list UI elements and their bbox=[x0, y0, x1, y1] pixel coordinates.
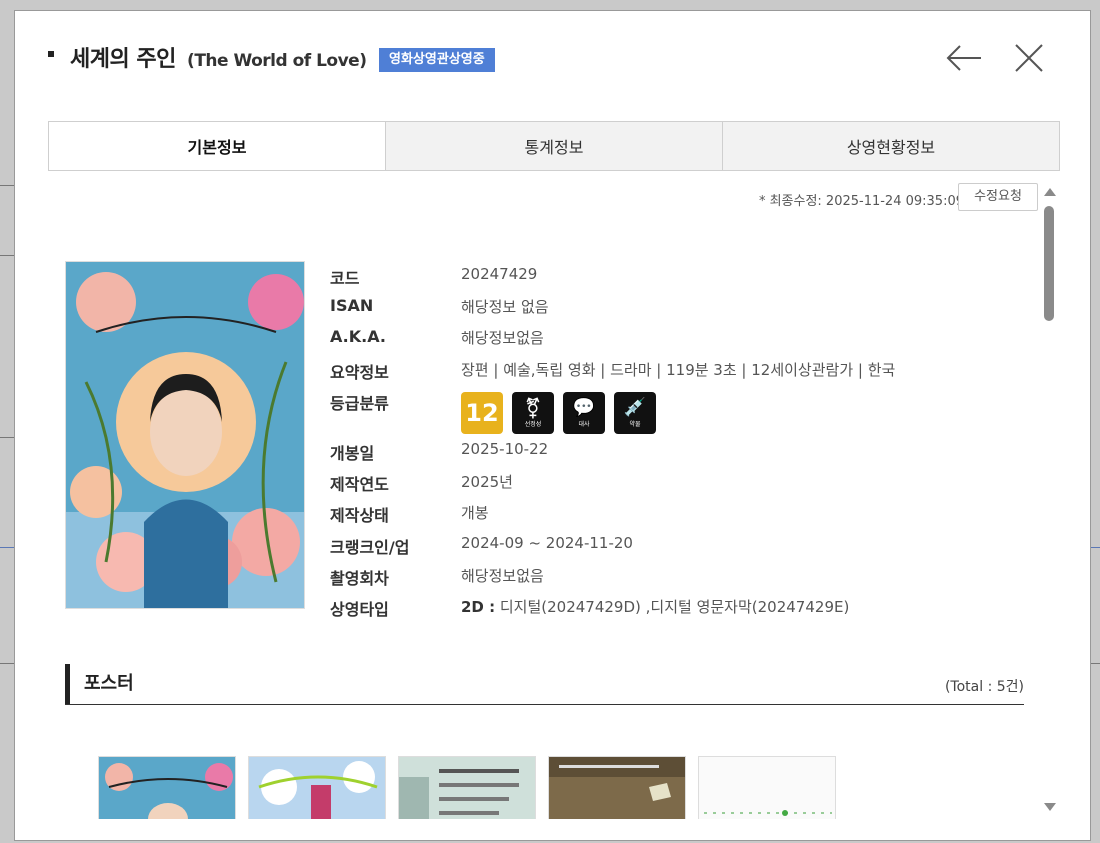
close-button[interactable] bbox=[1010, 39, 1048, 77]
scroll-down-icon[interactable] bbox=[1044, 803, 1056, 811]
poster-thumbnail-list bbox=[98, 756, 836, 819]
tab-bar: 기본정보 통계정보 상영현황정보 bbox=[48, 121, 1060, 171]
info-value: 장편 | 예술,독립 영화 | 드라마 | 119분 3초 | 12세이상관람가… bbox=[461, 361, 896, 379]
poster-image bbox=[66, 262, 304, 608]
poster-total-count: (Total : 5건) bbox=[944, 679, 1024, 695]
bg-divider bbox=[0, 255, 14, 256]
info-label: 개봉일 bbox=[330, 444, 375, 463]
scroll-up-icon[interactable] bbox=[1044, 188, 1056, 196]
edit-request-button[interactable]: 수정요청 bbox=[958, 183, 1038, 211]
title-bullet bbox=[48, 51, 54, 57]
thumbnail-image bbox=[399, 757, 535, 819]
poster-thumbnail[interactable] bbox=[398, 756, 536, 819]
age-12-icon: 12 bbox=[461, 392, 503, 434]
tab-screening-status[interactable]: 상영현황정보 bbox=[722, 122, 1059, 170]
sexuality-icon: ⚧ 선정성 bbox=[512, 392, 554, 434]
movie-detail-modal: 세계의 주인 (The World of Love) 영화상영관상영중 기본정보… bbox=[14, 10, 1091, 841]
thumbnail-image bbox=[99, 757, 235, 819]
info-value: 해당정보없음 bbox=[461, 567, 544, 585]
poster-thumbnail[interactable] bbox=[698, 756, 836, 819]
poster-thumbnail[interactable] bbox=[248, 756, 386, 819]
vertical-scrollbar[interactable] bbox=[1041, 186, 1057, 811]
info-label: 코드 bbox=[330, 269, 360, 288]
info-label: 요약정보 bbox=[330, 363, 389, 382]
basic-info-panel: * 최종수정: 2025-11-24 09:35:09 수정요청 코드 2024… bbox=[48, 179, 1043, 819]
screen-type-prefix: 2D : bbox=[461, 598, 496, 616]
dialogue-icon: 💬 대사 bbox=[563, 392, 605, 434]
status-badge: 영화상영관상영중 bbox=[379, 48, 495, 72]
info-label: 제작상태 bbox=[330, 506, 389, 525]
thumbnail-image bbox=[549, 757, 685, 819]
tab-statistics[interactable]: 통계정보 bbox=[385, 122, 722, 170]
sexuality-caption: 선정성 bbox=[524, 421, 542, 428]
movie-poster[interactable] bbox=[65, 261, 305, 609]
info-value: 개봉 bbox=[461, 504, 489, 522]
age-12-text: 12 bbox=[465, 399, 499, 427]
info-value: 2D : 디지털(20247429D) ,디지털 영문자막(20247429E) bbox=[461, 596, 849, 617]
poster-thumbnail[interactable] bbox=[98, 756, 236, 819]
movie-title: 세계의 주인 (The World of Love) bbox=[70, 41, 367, 73]
info-label: 상영타입 bbox=[330, 600, 389, 619]
screen-type-detail: 디지털(20247429D) ,디지털 영문자막(20247429E) bbox=[495, 598, 850, 616]
close-icon bbox=[1015, 44, 1043, 72]
bg-divider bbox=[0, 185, 14, 186]
thumbnail-image bbox=[249, 757, 385, 819]
sexuality-symbol: ⚧ bbox=[524, 396, 542, 420]
movie-title-en: (The World of Love) bbox=[187, 51, 367, 71]
thumbnail-image bbox=[699, 757, 835, 819]
info-label: 촬영회차 bbox=[330, 569, 389, 588]
poster-section: 포스터 (Total : 5건) bbox=[65, 664, 1024, 705]
info-label: A.K.A. bbox=[330, 327, 386, 346]
info-value: 2024-09 ~ 2024-11-20 bbox=[461, 534, 633, 552]
tab-basic-info[interactable]: 기본정보 bbox=[49, 122, 385, 170]
modal-header: 세계의 주인 (The World of Love) 영화상영관상영중 bbox=[15, 11, 1090, 111]
back-button[interactable] bbox=[945, 39, 983, 77]
info-value: 20247429 bbox=[461, 265, 538, 283]
section-title: 포스터 bbox=[65, 664, 1024, 704]
info-label: 제작연도 bbox=[330, 475, 389, 494]
info-label: 등급분류 bbox=[330, 394, 389, 413]
info-label: ISAN bbox=[330, 296, 374, 315]
info-label: 크랭크인/업 bbox=[330, 538, 410, 557]
drug-symbol: 💉 bbox=[623, 397, 647, 418]
poster-thumbnail[interactable] bbox=[548, 756, 686, 819]
info-value: 해당정보없음 bbox=[461, 329, 544, 347]
drug-icon: 💉 약물 bbox=[614, 392, 656, 434]
rating-icon-list: 12 ⚧ 선정성 💬 대사 💉 약물 bbox=[461, 392, 656, 434]
scroll-thumb[interactable] bbox=[1044, 206, 1054, 321]
info-value: 해당정보 없음 bbox=[461, 298, 549, 316]
section-divider bbox=[65, 704, 1024, 705]
info-value: 2025-10-22 bbox=[461, 440, 549, 458]
bg-divider bbox=[0, 437, 14, 438]
last-updated: * 최종수정: 2025-11-24 09:35:09 bbox=[758, 194, 964, 209]
drug-caption: 약물 bbox=[629, 421, 641, 428]
movie-title-ko: 세계의 주인 bbox=[70, 47, 176, 72]
dialogue-symbol: 💬 bbox=[572, 397, 596, 418]
dialogue-caption: 대사 bbox=[578, 421, 590, 428]
info-value: 2025년 bbox=[461, 473, 513, 491]
arrow-left-icon bbox=[946, 45, 981, 71]
